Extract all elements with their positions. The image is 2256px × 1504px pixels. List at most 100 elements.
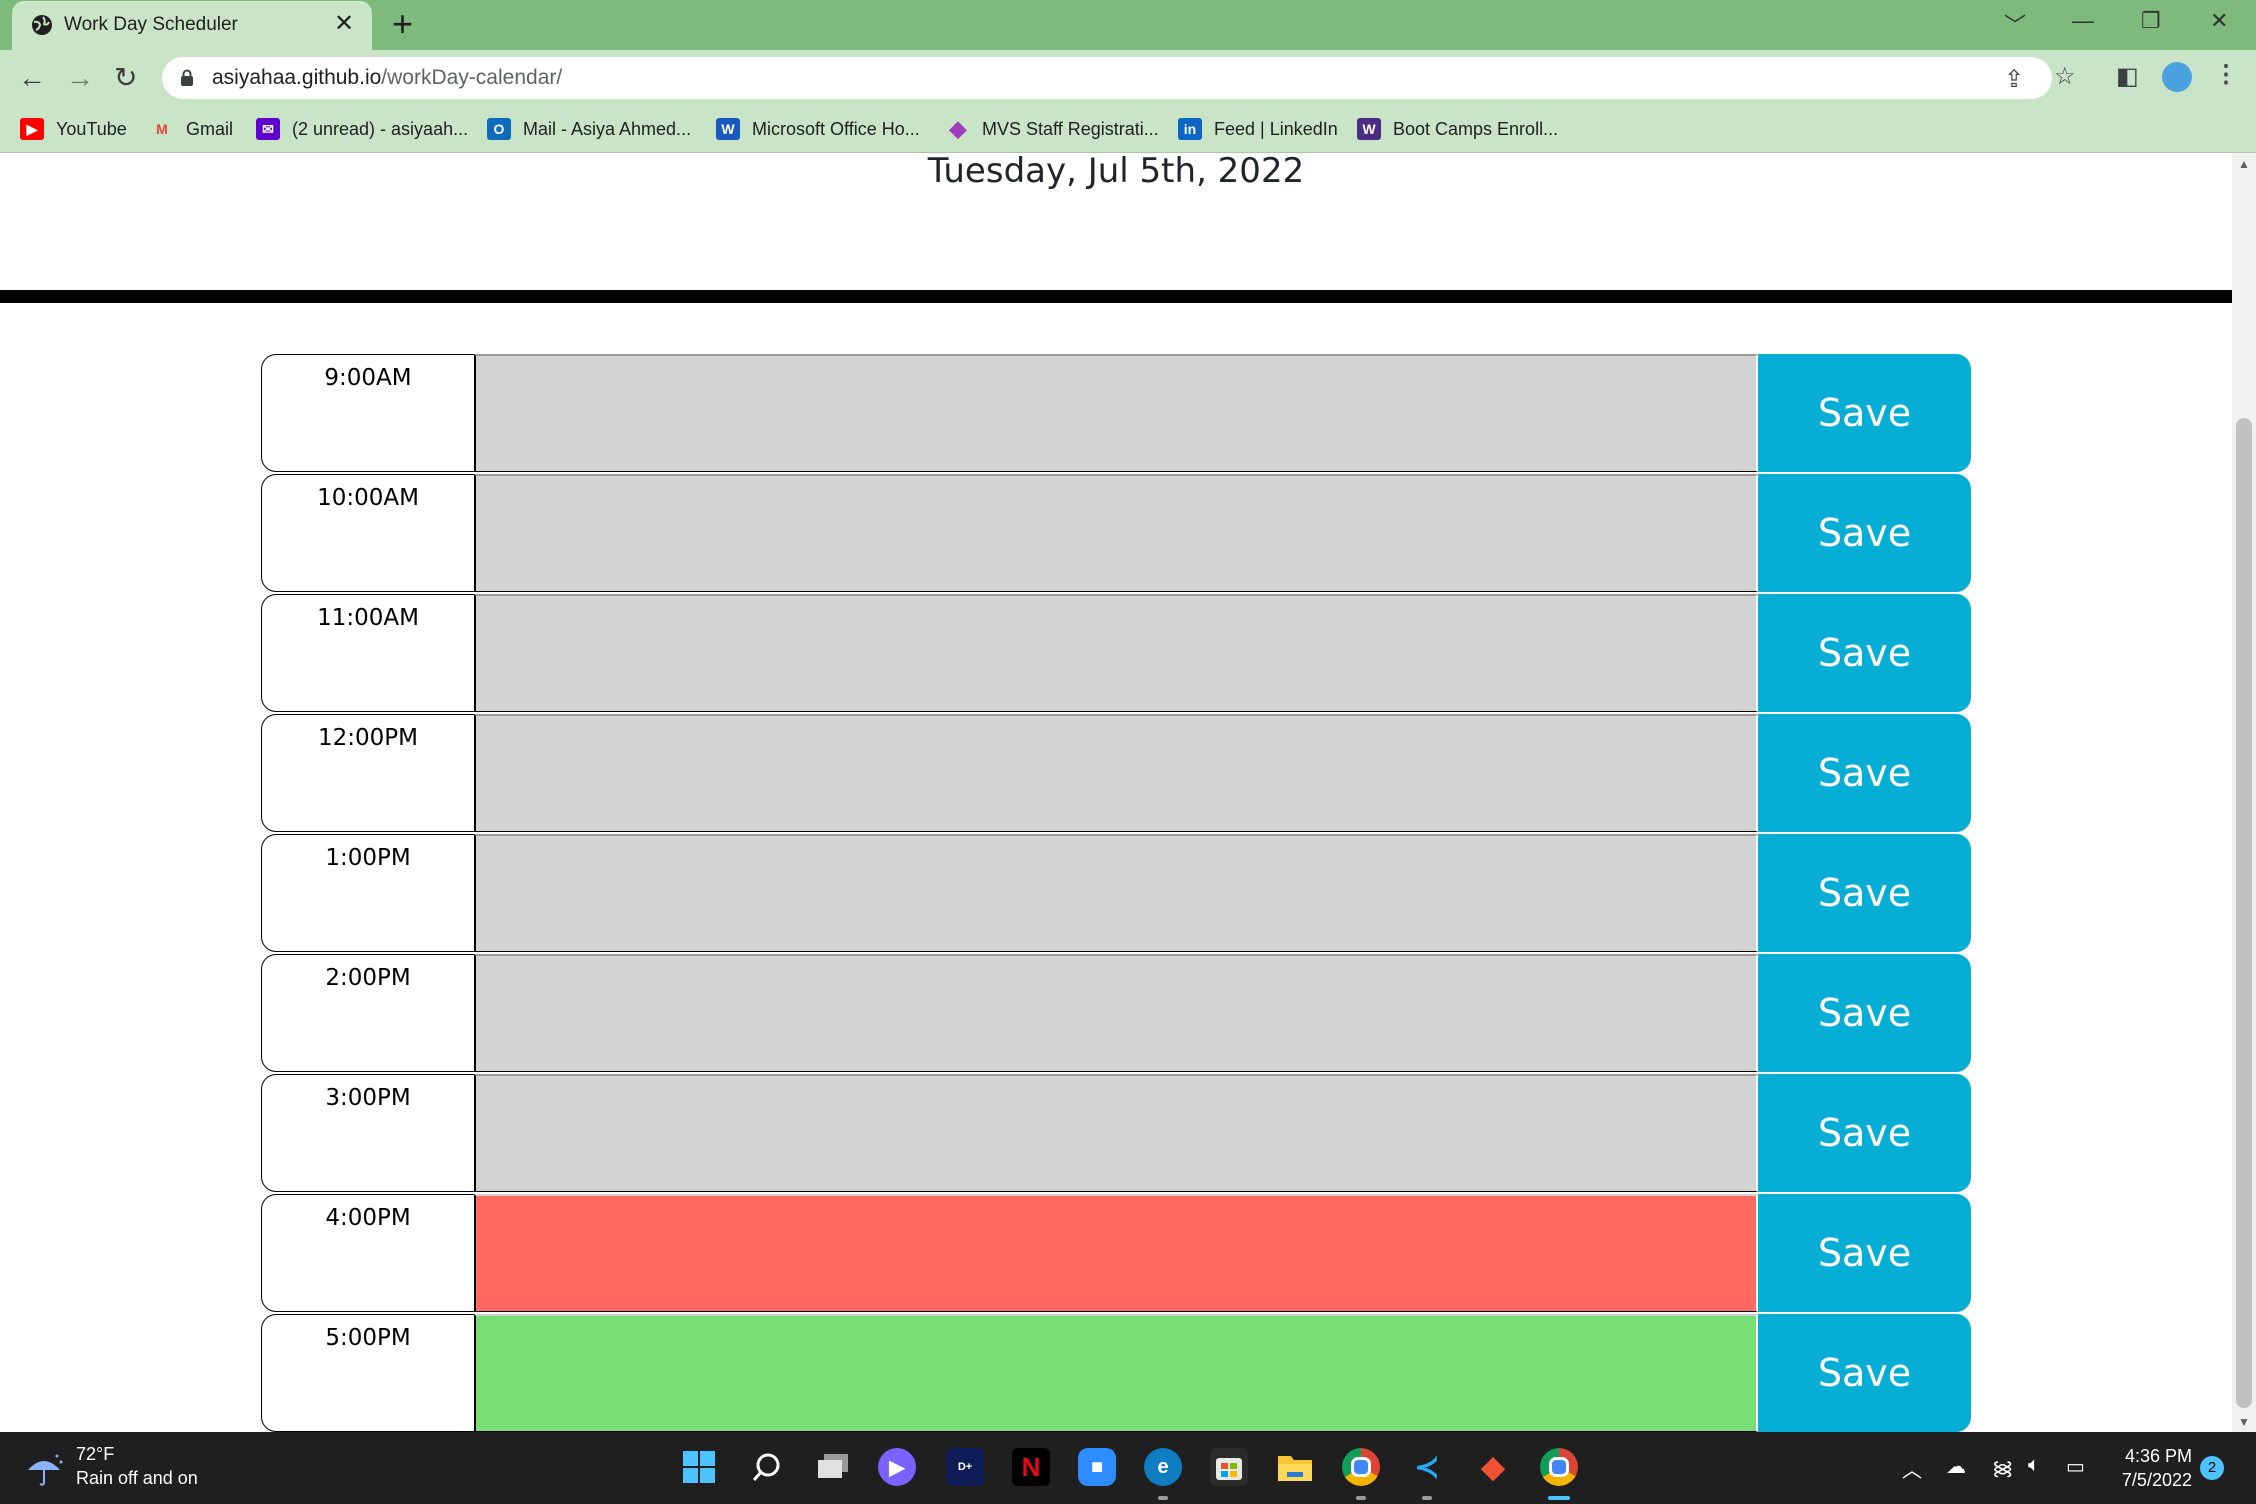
back-arrow-icon[interactable]: ← bbox=[18, 60, 46, 96]
bookmark-microsoft-office[interactable]: W Microsoft Office Ho... bbox=[716, 114, 920, 144]
bookmarks-bar: ▶ YouTube M Gmail ✉ (2 unread) - asiyaah… bbox=[0, 106, 2256, 153]
event-description-input[interactable] bbox=[474, 954, 1758, 1072]
clock-date: 7/5/2022 bbox=[2121, 1470, 2192, 1490]
youtube-icon: ▶ bbox=[20, 118, 44, 140]
event-description-input[interactable] bbox=[474, 834, 1758, 952]
event-description-input[interactable] bbox=[474, 1314, 1758, 1432]
save-button[interactable]: Save bbox=[1758, 354, 1971, 472]
volume-icon[interactable]: 🔈︎ bbox=[2028, 1454, 2040, 1477]
bookmark-outlook-mail[interactable]: O Mail - Asiya Ahmed... bbox=[487, 114, 691, 144]
file-explorer-icon[interactable] bbox=[1276, 1448, 1314, 1486]
onedrive-cloud-icon[interactable]: ☁ bbox=[1946, 1454, 1966, 1479]
clock-time: 4:36 PM bbox=[2124, 1446, 2192, 1466]
time-block-row: 4:00PM Save bbox=[261, 1194, 1971, 1312]
bookmark-boot-camps[interactable]: W Boot Camps Enroll... bbox=[1357, 114, 1558, 144]
url-text: asiyahaa.github.io/workDay-calendar/ bbox=[212, 66, 563, 89]
restore-button[interactable]: ❐ bbox=[2141, 8, 2161, 34]
start-windows-icon[interactable] bbox=[680, 1448, 718, 1486]
time-block-row: 10:00AM Save bbox=[261, 474, 1971, 592]
forward-arrow-icon[interactable]: → bbox=[66, 60, 94, 96]
minimize-button[interactable]: — bbox=[2072, 8, 2094, 34]
hour-label: 1:00PM bbox=[261, 834, 474, 952]
system-clock[interactable]: 4:36 PM 7/5/2022 bbox=[2100, 1444, 2192, 1492]
bookmark-star-icon[interactable]: ☆ bbox=[2054, 62, 2076, 91]
save-button[interactable]: Save bbox=[1758, 474, 1971, 592]
event-description-input[interactable] bbox=[474, 714, 1758, 832]
tab-title: Work Day Scheduler bbox=[64, 14, 238, 35]
search-icon[interactable] bbox=[748, 1448, 786, 1486]
share-icon[interactable]: ⇪ bbox=[2004, 65, 2024, 94]
event-description-input[interactable] bbox=[474, 594, 1758, 712]
globe-icon bbox=[32, 15, 52, 35]
save-button[interactable]: Save bbox=[1758, 1314, 1971, 1432]
event-description-input[interactable] bbox=[474, 474, 1758, 592]
save-button[interactable]: Save bbox=[1758, 834, 1971, 952]
tab-work-day-scheduler[interactable]: Work Day Scheduler ✕ bbox=[12, 1, 372, 50]
lock-icon bbox=[181, 69, 193, 86]
umbrella-rain-icon bbox=[28, 1454, 63, 1486]
tab-search-icon[interactable]: ﹀ bbox=[2004, 8, 2026, 40]
wifi-icon[interactable]: ᯼ bbox=[1992, 1454, 2013, 1481]
hour-label: 12:00PM bbox=[261, 714, 474, 832]
save-button[interactable]: Save bbox=[1758, 714, 1971, 832]
new-tab-button[interactable]: + bbox=[392, 6, 413, 42]
microsoft-store-icon[interactable] bbox=[1210, 1448, 1248, 1486]
word-icon: W bbox=[716, 118, 740, 140]
scroll-down-arrow-icon[interactable]: ▼ bbox=[2238, 1415, 2250, 1429]
save-button[interactable]: Save bbox=[1758, 954, 1971, 1072]
profile-avatar[interactable] bbox=[2162, 62, 2192, 92]
page-scrollbar[interactable]: ▲ ▼ bbox=[2232, 153, 2256, 1432]
scroll-up-arrow-icon[interactable]: ▲ bbox=[2238, 157, 2250, 171]
outlook-icon: O bbox=[487, 118, 511, 140]
close-window-button[interactable]: ✕ bbox=[2210, 8, 2228, 34]
chrome-profile-running-indicator bbox=[1356, 1496, 1366, 1500]
bookmark-linkedin[interactable]: in Feed | LinkedIn bbox=[1178, 114, 1338, 144]
bookmark-gmail[interactable]: M Gmail bbox=[150, 114, 233, 144]
uw-icon: W bbox=[1357, 118, 1381, 140]
teams-chat-icon[interactable]: ▶ bbox=[878, 1448, 916, 1486]
event-description-input[interactable] bbox=[474, 1194, 1758, 1312]
hour-label: 9:00AM bbox=[261, 354, 474, 472]
chrome-profile-icon[interactable] bbox=[1342, 1448, 1380, 1486]
edge-running-indicator bbox=[1158, 1496, 1168, 1500]
address-bar[interactable]: asiyahaa.github.io/workDay-calendar/ ⇪ bbox=[162, 57, 2052, 99]
task-view-icon[interactable] bbox=[814, 1448, 852, 1486]
event-description-input[interactable] bbox=[474, 1074, 1758, 1192]
time-block-row: 1:00PM Save bbox=[261, 834, 1971, 952]
hour-label: 4:00PM bbox=[261, 1194, 474, 1312]
netflix-icon[interactable]: N bbox=[1012, 1448, 1050, 1486]
scrollbar-thumb[interactable] bbox=[2236, 418, 2252, 1408]
weather-condition: Rain off and on bbox=[76, 1468, 198, 1488]
time-block-row: 9:00AM Save bbox=[261, 354, 1971, 472]
git-kraken-icon[interactable]: ◆ bbox=[1474, 1448, 1512, 1486]
battery-icon[interactable]: ▭ bbox=[2066, 1454, 2085, 1479]
bookmark-mvs-staff[interactable]: ◆ MVS Staff Registrati... bbox=[946, 114, 1159, 144]
disney-plus-icon[interactable]: D+ bbox=[946, 1448, 984, 1486]
header-divider bbox=[0, 290, 2232, 303]
zoom-icon[interactable]: ■ bbox=[1078, 1448, 1116, 1486]
save-button[interactable]: Save bbox=[1758, 1194, 1971, 1312]
vscode-running-indicator bbox=[1422, 1496, 1432, 1500]
hour-label: 2:00PM bbox=[261, 954, 474, 1072]
time-block-row: 12:00PM Save bbox=[261, 714, 1971, 832]
tray-overflow-chevron-icon[interactable]: ︿ bbox=[1902, 1454, 1922, 1483]
notification-badge[interactable]: 2 bbox=[2200, 1456, 2224, 1480]
time-block-row: 5:00PM Save bbox=[261, 1314, 1971, 1432]
menu-kebab-icon[interactable]: ⋮ bbox=[2214, 60, 2238, 89]
windows-taskbar: 72°F Rain off and on ▶ D+ N ■ e ≺ ◆ ︿ ☁ … bbox=[0, 1432, 2256, 1504]
time-block-row: 2:00PM Save bbox=[261, 954, 1971, 1072]
vscode-icon[interactable]: ≺ bbox=[1408, 1448, 1446, 1486]
side-panel-icon[interactable]: ◧ bbox=[2116, 62, 2139, 91]
save-button[interactable]: Save bbox=[1758, 1074, 1971, 1192]
bookmark-youtube[interactable]: ▶ YouTube bbox=[20, 114, 127, 144]
reload-icon[interactable]: ↻ bbox=[114, 60, 137, 96]
tab-close-icon[interactable]: ✕ bbox=[334, 11, 354, 37]
event-description-input[interactable] bbox=[474, 354, 1758, 472]
edge-icon[interactable]: e bbox=[1144, 1448, 1182, 1486]
save-button[interactable]: Save bbox=[1758, 594, 1971, 712]
time-block-row: 11:00AM Save bbox=[261, 594, 1971, 712]
chrome-icon[interactable] bbox=[1540, 1448, 1578, 1486]
bookmark-yahoo-mail[interactable]: ✉ (2 unread) - asiyaah... bbox=[256, 114, 468, 144]
yahoo-mail-icon: ✉ bbox=[256, 118, 280, 140]
hour-label: 3:00PM bbox=[261, 1074, 474, 1192]
